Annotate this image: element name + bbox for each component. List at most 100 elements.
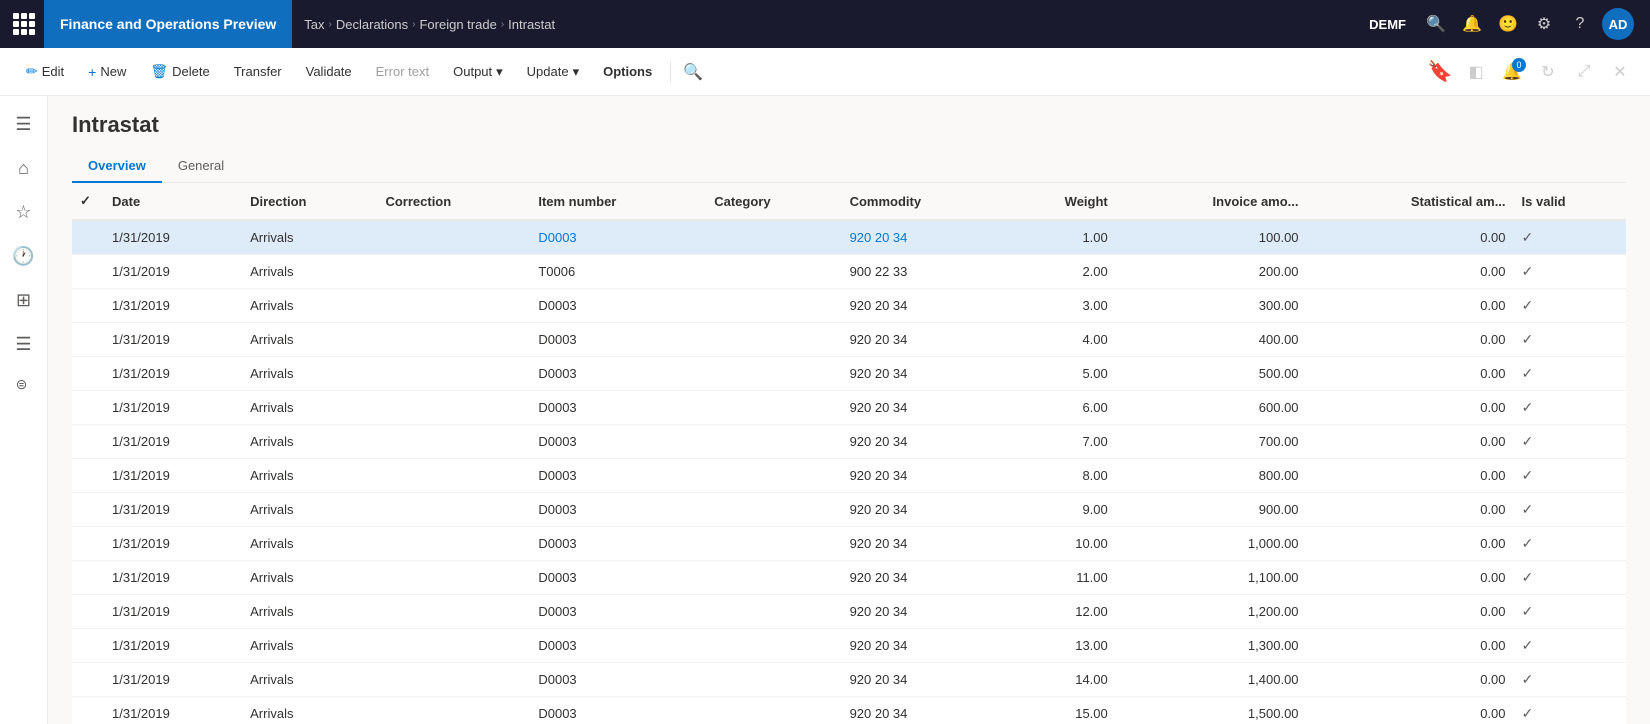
smiley-icon[interactable]: 🙂 bbox=[1494, 10, 1522, 38]
table-row[interactable]: 1/31/2019 Arrivals D0003 920 20 34 6.00 … bbox=[72, 391, 1626, 425]
edit-button[interactable]: ✏ Edit bbox=[16, 57, 74, 86]
row-direction: Arrivals bbox=[242, 663, 377, 697]
breadcrumb-declarations[interactable]: Declarations bbox=[336, 17, 408, 32]
sidebar-recent-icon[interactable]: 🕐 bbox=[4, 236, 44, 276]
row-commodity[interactable]: 920 20 34 bbox=[842, 697, 1006, 724]
row-item-number[interactable]: T0006 bbox=[530, 255, 706, 289]
table-row[interactable]: 1/31/2019 Arrivals D0003 920 20 34 15.00… bbox=[72, 697, 1626, 724]
notification-icon[interactable]: 🔔 bbox=[1458, 10, 1486, 38]
sidebar-hamburger-icon[interactable]: ☰ bbox=[4, 104, 44, 144]
toolbar-search-icon[interactable]: 🔍 bbox=[679, 58, 707, 86]
row-item-number[interactable]: D0003 bbox=[530, 323, 706, 357]
row-is-valid: ✓ bbox=[1514, 391, 1626, 425]
row-commodity[interactable]: 920 20 34 bbox=[842, 561, 1006, 595]
row-commodity[interactable]: 920 20 34 bbox=[842, 357, 1006, 391]
row-item-number[interactable]: D0003 bbox=[530, 629, 706, 663]
table-row[interactable]: 1/31/2019 Arrivals D0003 920 20 34 3.00 … bbox=[72, 289, 1626, 323]
table-row[interactable]: 1/31/2019 Arrivals D0003 920 20 34 5.00 … bbox=[72, 357, 1626, 391]
table-row[interactable]: 1/31/2019 Arrivals D0003 920 20 34 7.00 … bbox=[72, 425, 1626, 459]
row-commodity[interactable]: 920 20 34 bbox=[842, 323, 1006, 357]
validate-button[interactable]: Validate bbox=[296, 58, 362, 85]
sidebar-workspaces-icon[interactable]: ⊞ bbox=[4, 280, 44, 320]
row-commodity[interactable]: 920 20 34 bbox=[842, 527, 1006, 561]
table-row[interactable]: 1/31/2019 Arrivals D0003 920 20 34 1.00 … bbox=[72, 220, 1626, 255]
row-item-number[interactable]: D0003 bbox=[530, 561, 706, 595]
row-commodity[interactable]: 920 20 34 bbox=[842, 289, 1006, 323]
breadcrumb: Tax › Declarations › Foreign trade › Int… bbox=[292, 17, 567, 32]
table-row[interactable]: 1/31/2019 Arrivals D0003 920 20 34 9.00 … bbox=[72, 493, 1626, 527]
row-commodity[interactable]: 920 20 34 bbox=[842, 629, 1006, 663]
row-commodity[interactable]: 920 20 34 bbox=[842, 493, 1006, 527]
sidebar-list-icon[interactable]: ☰ bbox=[4, 324, 44, 364]
row-item-number[interactable]: D0003 bbox=[530, 459, 706, 493]
breadcrumb-tax[interactable]: Tax bbox=[304, 17, 324, 32]
avatar[interactable]: AD bbox=[1602, 8, 1634, 40]
waffle-menu-icon[interactable] bbox=[8, 8, 40, 40]
row-item-number[interactable]: D0003 bbox=[530, 289, 706, 323]
row-is-valid: ✓ bbox=[1514, 629, 1626, 663]
row-invoice-amt: 500.00 bbox=[1116, 357, 1307, 391]
table-row[interactable]: 1/31/2019 Arrivals D0003 920 20 34 11.00… bbox=[72, 561, 1626, 595]
table-row[interactable]: 1/31/2019 Arrivals D0003 920 20 34 12.00… bbox=[72, 595, 1626, 629]
row-item-number[interactable]: D0003 bbox=[530, 425, 706, 459]
error-text-button[interactable]: Error text bbox=[366, 58, 439, 85]
row-commodity[interactable]: 920 20 34 bbox=[842, 663, 1006, 697]
settings-icon[interactable]: ⚙ bbox=[1530, 10, 1558, 38]
row-check bbox=[72, 425, 104, 459]
output-button[interactable]: Output ▾ bbox=[443, 58, 513, 86]
transfer-button[interactable]: Transfer bbox=[224, 58, 292, 85]
refresh-icon[interactable]: ↻ bbox=[1534, 58, 1562, 86]
row-commodity[interactable]: 920 20 34 bbox=[842, 459, 1006, 493]
row-commodity[interactable]: 920 20 34 bbox=[842, 595, 1006, 629]
row-item-number[interactable]: D0003 bbox=[530, 697, 706, 724]
table-row[interactable]: 1/31/2019 Arrivals D0003 920 20 34 13.00… bbox=[72, 629, 1626, 663]
breadcrumb-foreign-trade[interactable]: Foreign trade bbox=[419, 17, 496, 32]
new-button[interactable]: + New bbox=[78, 58, 136, 86]
row-statistical-amt: 0.00 bbox=[1307, 425, 1514, 459]
is-valid-check: ✓ bbox=[1522, 331, 1534, 347]
row-invoice-amt: 1,100.00 bbox=[1116, 561, 1307, 595]
row-commodity[interactable]: 900 22 33 bbox=[842, 255, 1006, 289]
row-commodity[interactable]: 920 20 34 bbox=[842, 220, 1006, 255]
bookmark-icon[interactable]: 🔖 bbox=[1426, 58, 1454, 86]
row-direction: Arrivals bbox=[242, 289, 377, 323]
options-button[interactable]: Options bbox=[593, 58, 662, 85]
notification-count-badge: 0 bbox=[1512, 58, 1526, 72]
sidebar-home-icon[interactable]: ⌂ bbox=[4, 148, 44, 188]
filter-icon[interactable]: ⊜ bbox=[8, 368, 36, 401]
row-item-number[interactable]: D0003 bbox=[530, 391, 706, 425]
open-new-window-icon[interactable]: ⤢ bbox=[1570, 58, 1598, 86]
delete-icon: 🗑 bbox=[150, 63, 168, 80]
row-invoice-amt: 1,000.00 bbox=[1116, 527, 1307, 561]
search-icon[interactable]: 🔍 bbox=[1422, 10, 1450, 38]
row-commodity[interactable]: 920 20 34 bbox=[842, 425, 1006, 459]
delete-button[interactable]: 🗑 Delete bbox=[140, 57, 219, 86]
table-row[interactable]: 1/31/2019 Arrivals D0003 920 20 34 8.00 … bbox=[72, 459, 1626, 493]
breadcrumb-intrastat[interactable]: Intrastat bbox=[508, 17, 555, 32]
row-commodity[interactable]: 920 20 34 bbox=[842, 391, 1006, 425]
row-invoice-amt: 1,300.00 bbox=[1116, 629, 1307, 663]
sidebar-favorites-icon[interactable]: ☆ bbox=[4, 192, 44, 232]
table-row[interactable]: 1/31/2019 Arrivals D0003 920 20 34 14.00… bbox=[72, 663, 1626, 697]
app-title: Finance and Operations Preview bbox=[44, 0, 292, 48]
is-valid-check: ✓ bbox=[1522, 399, 1534, 415]
col-header-commodity: Commodity bbox=[842, 183, 1006, 220]
panel-icon[interactable]: ◧ bbox=[1462, 58, 1490, 86]
row-item-number[interactable]: D0003 bbox=[530, 595, 706, 629]
row-item-number[interactable]: D0003 bbox=[530, 527, 706, 561]
row-direction: Arrivals bbox=[242, 323, 377, 357]
close-icon[interactable]: ✕ bbox=[1606, 58, 1634, 86]
table-row[interactable]: 1/31/2019 Arrivals D0003 920 20 34 4.00 … bbox=[72, 323, 1626, 357]
tab-overview[interactable]: Overview bbox=[72, 150, 162, 183]
row-item-number[interactable]: D0003 bbox=[530, 493, 706, 527]
row-item-number[interactable]: D0003 bbox=[530, 663, 706, 697]
table-row[interactable]: 1/31/2019 Arrivals T0006 900 22 33 2.00 … bbox=[72, 255, 1626, 289]
row-item-number[interactable]: D0003 bbox=[530, 357, 706, 391]
col-header-category: Category bbox=[706, 183, 841, 220]
row-direction: Arrivals bbox=[242, 595, 377, 629]
help-icon[interactable]: ? bbox=[1566, 10, 1594, 38]
table-row[interactable]: 1/31/2019 Arrivals D0003 920 20 34 10.00… bbox=[72, 527, 1626, 561]
tab-general[interactable]: General bbox=[162, 150, 240, 183]
update-button[interactable]: Update ▾ bbox=[517, 58, 589, 86]
row-item-number[interactable]: D0003 bbox=[530, 220, 706, 255]
